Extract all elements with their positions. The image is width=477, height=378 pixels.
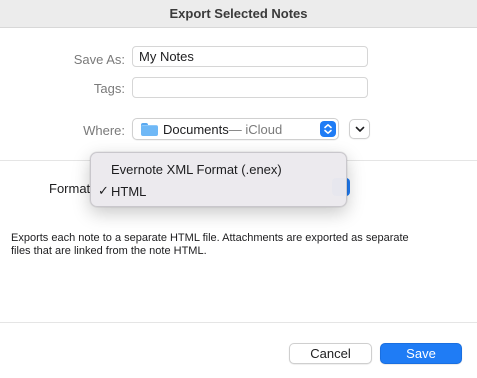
cancel-button[interactable]: Cancel [289, 343, 372, 364]
menu-item-label: Evernote XML Format (.enex) [111, 162, 282, 177]
checkmark-icon: ✓ [98, 183, 109, 198]
dialog-title: Export Selected Notes [169, 6, 308, 21]
where-label: Where: [83, 123, 125, 138]
description-line: files that are linked from the note HTML… [11, 245, 207, 257]
tags-label: Tags: [93, 81, 125, 96]
format-label: Format [49, 181, 91, 196]
format-description: Exports each note to a separate HTML fil… [11, 232, 466, 258]
tags-field[interactable] [132, 77, 368, 98]
title-bar: Export Selected Notes [0, 0, 477, 28]
export-dialog: Export Selected Notes Save As: Tags: Whe… [0, 0, 477, 378]
where-location-popup[interactable]: Documents — iCloud [132, 118, 339, 140]
up-down-chevron-icon [320, 121, 336, 137]
where-folder-location: — iCloud [228, 121, 283, 137]
footer-divider [0, 322, 477, 323]
menu-item-label: HTML [111, 184, 147, 199]
chevron-down-icon [355, 120, 365, 138]
folder-icon [141, 122, 158, 136]
description-line: Exports each note to a separate HTML fil… [11, 232, 409, 244]
save-as-field[interactable] [132, 46, 368, 67]
menu-item-enex[interactable]: Evernote XML Format (.enex) [91, 159, 348, 179]
expand-browser-button[interactable] [349, 119, 370, 139]
menu-item-html[interactable]: ✓ HTML [91, 181, 348, 201]
save-as-label: Save As: [73, 52, 125, 67]
format-dropdown-menu: Evernote XML Format (.enex) ✓ HTML [90, 152, 347, 207]
save-button[interactable]: Save [380, 343, 462, 364]
where-folder-name: Documents [163, 121, 229, 137]
